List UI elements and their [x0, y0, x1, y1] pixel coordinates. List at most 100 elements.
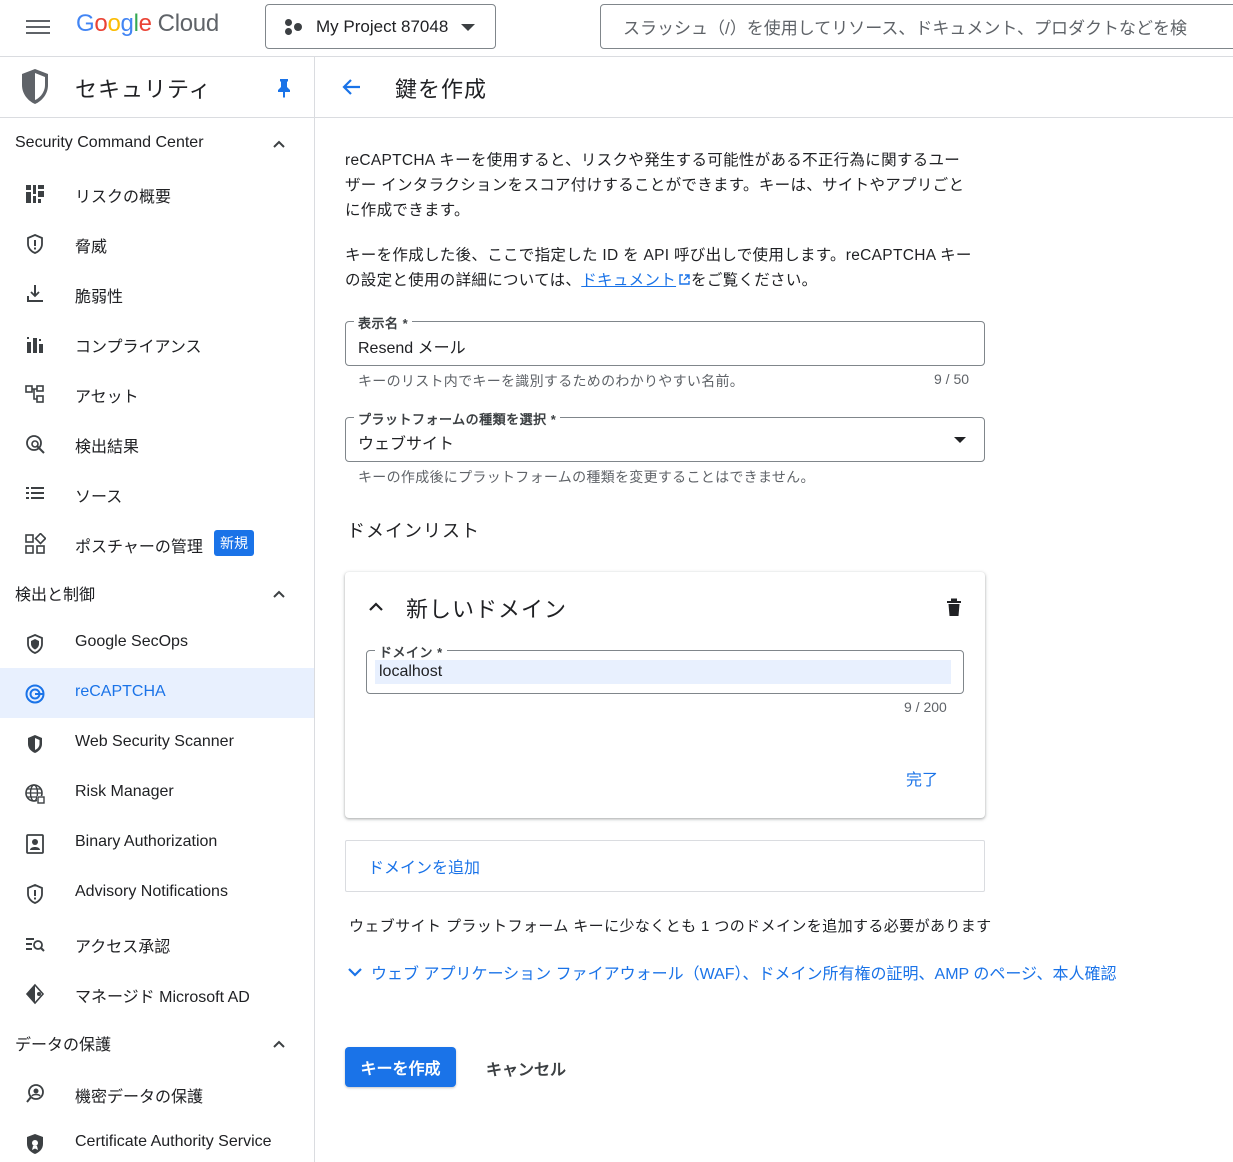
sidebar-item-label: 検出結果	[75, 439, 140, 456]
advanced-options-label: ウェブ アプリケーション ファイアウォール（WAF）、ドメイン所有権の証明、AM…	[371, 966, 1117, 983]
sidebar-item-access-approval[interactable]: アクセス承認	[0, 918, 314, 968]
platform-hint: キーの作成後にプラットフォームの種類を変更することはできません。	[358, 469, 815, 485]
domain-field-value[interactable]: localhost	[379, 663, 442, 681]
project-picker[interactable]: My Project 87048	[265, 4, 496, 49]
sidebar-item-label: Binary Authorization	[75, 833, 218, 850]
sidebar-item-compliance[interactable]: コンプライアンス	[0, 318, 314, 368]
platform-select[interactable]: プラットフォームの種類を選択 * ウェブサイト	[345, 409, 985, 462]
documentation-link[interactable]: ドキュメント	[581, 272, 676, 289]
display-name-label: 表示名 *	[354, 313, 413, 332]
sidebar-item-label: アクセス承認	[75, 939, 171, 956]
access-search-icon	[26, 938, 45, 952]
sidebar-item-label: Certificate Authority Service	[75, 1133, 272, 1150]
sidebar-item-label: reCAPTCHA	[75, 683, 166, 700]
domain-card: 新しいドメイン ドメイン * localhost 9 / 200 完了	[345, 572, 985, 818]
new-badge: 新規	[214, 530, 254, 556]
display-name-value[interactable]: Resend メール	[358, 334, 466, 358]
logo-cloud-text: Cloud	[157, 10, 220, 37]
page-title: 鍵を作成	[395, 77, 488, 102]
intro-paragraph: reCAPTCHA キーを使用すると、リスクや発生する可能性がある不正行為に関す…	[345, 148, 985, 223]
sidebar-item-sensitive-data-protection[interactable]: 機密データの保護	[0, 1068, 314, 1118]
domain-field[interactable]: ドメイン * localhost	[366, 642, 964, 694]
sidebar-item-advisory-notifications[interactable]: Advisory Notifications	[0, 868, 314, 918]
domain-list-title: ドメインリスト	[347, 521, 480, 541]
add-domain-button[interactable]: ドメインを追加	[345, 840, 985, 892]
sidebar-item-google-secops[interactable]: Google SecOps	[0, 618, 314, 668]
sidebar-item-posture-management[interactable]: ポスチャーの管理 新規	[0, 518, 314, 568]
platform-value: ウェブサイト	[358, 436, 455, 453]
secops-shield-icon	[27, 634, 43, 654]
pin-icon[interactable]	[276, 78, 292, 98]
sidebar-item-risk-manager[interactable]: Risk Manager	[0, 768, 314, 818]
domain-requirement-note: ウェブサイト プラットフォーム キーに少なくとも 1 つのドメインを追加する必要…	[349, 918, 992, 935]
vulnerability-icon	[27, 285, 43, 302]
dropdown-arrow-icon	[954, 437, 966, 443]
external-link-icon	[679, 274, 690, 285]
sidebar-title: セキュリティ	[75, 77, 212, 102]
delete-icon[interactable]	[946, 598, 962, 617]
sidebar-item-risk-overview[interactable]: リスクの概要	[0, 168, 314, 218]
sidebar-item-label: ソース	[75, 489, 123, 506]
logo-letter: G	[76, 10, 95, 37]
section-detection-and-controls[interactable]: 検出と制御	[0, 568, 314, 618]
page-header: 鍵を作成	[315, 57, 1233, 118]
sidebar-item-web-security-scanner[interactable]: Web Security Scanner	[0, 718, 314, 768]
sidebar-item-sources[interactable]: ソース	[0, 468, 314, 518]
sidebar-item-certificate-authority-service[interactable]: Certificate Authority Service	[0, 1118, 314, 1162]
sidebar-header: セキュリティ	[0, 57, 314, 118]
done-button[interactable]: 完了	[906, 766, 938, 790]
chevron-up-icon	[273, 1040, 285, 1048]
main-menu-icon[interactable]	[26, 17, 50, 37]
sensitive-data-icon	[26, 1084, 44, 1103]
sidebar-item-findings[interactable]: 検出結果	[0, 418, 314, 468]
display-name-counter: 9 / 50	[934, 371, 970, 387]
domain-field-label: ドメイン *	[375, 642, 447, 661]
sidebar-item-label: Google SecOps	[75, 633, 188, 650]
sidebar-item-assets[interactable]: アセット	[0, 368, 314, 418]
section-data-protection[interactable]: データの保護	[0, 1018, 314, 1068]
platform-label: プラットフォームの種類を選択 *	[354, 409, 561, 428]
sidebar-item-label: リスクの概要	[75, 189, 172, 206]
info-paragraph: キーを作成した後、ここで指定した ID を API 呼び出しで使用します。reC…	[345, 243, 985, 293]
cancel-button[interactable]: キャンセル	[486, 1056, 566, 1080]
managed-ad-icon	[25, 983, 45, 1005]
sidebar-item-label: Advisory Notifications	[75, 883, 228, 900]
back-arrow-icon[interactable]	[340, 75, 364, 99]
google-cloud-logo[interactable]: Google Cloud	[76, 10, 219, 38]
project-name: My Project 87048	[316, 16, 449, 36]
section-security-command-center[interactable]: Security Command Center	[0, 118, 314, 168]
sidebar-item-threats[interactable]: 脅威	[0, 218, 314, 268]
sidebar-item-recaptcha[interactable]: reCAPTCHA	[0, 668, 314, 718]
section-label: データの保護	[15, 1037, 112, 1054]
sidebar-item-vulnerabilities[interactable]: 脆弱性	[0, 268, 314, 318]
sidebar-item-managed-microsoft-ad[interactable]: マネージド Microsoft AD	[0, 968, 314, 1018]
notification-shield-icon	[27, 884, 43, 904]
chevron-up-icon	[273, 590, 285, 598]
advanced-options-expander[interactable]: ウェブ アプリケーション ファイアウォール（WAF）、ドメイン所有権の証明、AM…	[347, 960, 1117, 984]
domain-counter: 9 / 200	[904, 699, 947, 715]
sidebar: セキュリティ Security Command Center リスクの概要 脅威…	[0, 57, 315, 1162]
top-app-bar: Google Cloud My Project 87048 スラッシュ（/）を使用…	[0, 0, 1233, 57]
logo-letter: o	[107, 10, 121, 37]
sidebar-item-label: マネージド Microsoft AD	[75, 989, 250, 1006]
domain-card-title: 新しいドメイン	[406, 597, 568, 622]
intro-line: ザー インタラクションをスコア付けすることができます。キーは、サイトやアプリごと	[345, 177, 965, 194]
sidebar-item-binary-authorization[interactable]: Binary Authorization	[0, 818, 314, 868]
intro-line: reCAPTCHA キーを使用すると、リスクや発生する可能性がある不正行為に関す…	[345, 152, 961, 169]
search-input[interactable]: スラッシュ（/）を使用してリソース、ドキュメント、プロダクトなどを検	[600, 4, 1233, 49]
chevron-up-icon	[273, 140, 285, 148]
create-key-button[interactable]: キーを作成	[345, 1047, 456, 1087]
scanner-shield-icon	[28, 735, 42, 753]
chevron-up-icon[interactable]	[367, 598, 385, 616]
sidebar-item-label: Web Security Scanner	[75, 733, 234, 750]
certificate-icon	[27, 1134, 43, 1154]
sidebar-item-label: アセット	[75, 389, 139, 406]
display-name-field[interactable]: 表示名 * Resend メール	[345, 313, 985, 366]
sidebar-item-label: 脅威	[75, 239, 108, 256]
section-label: Security Command Center	[15, 134, 204, 151]
sidebar-item-label: ポスチャーの管理	[75, 539, 203, 556]
chevron-down-icon	[348, 968, 362, 977]
logo-letter: e	[138, 10, 152, 37]
sidebar-item-label: コンプライアンス	[75, 339, 202, 356]
logo-letter: g	[120, 10, 134, 37]
